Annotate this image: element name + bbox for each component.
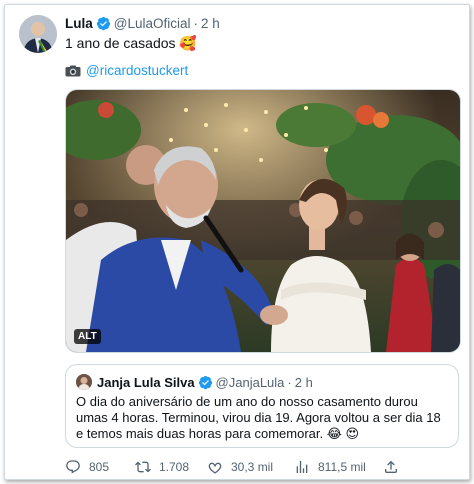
reply-button[interactable]: 805 [65,459,109,475]
retweet-button[interactable]: 1.708 [135,459,189,475]
tweet-text: 1 ano de casados 🥰 [65,35,197,51]
separator-dot: · [193,16,199,31]
author-avatar[interactable] [19,15,57,53]
tweet-card: Lula @LulaOficial · 2 h 1 ano de casados… [4,4,470,480]
alt-text-badge[interactable]: ALT [74,329,101,344]
share-button[interactable] [383,459,407,475]
views-button[interactable]: 811,5 mil [294,459,366,475]
tweet-photo[interactable]: ALT [65,89,461,353]
quoted-tweet-text: O dia do aniversário de um ano do nosso … [76,394,441,441]
heart-icon [208,462,222,474]
author-handle[interactable]: @LulaOficial [114,16,191,31]
credit-link[interactable]: @ricardostuckert [86,63,188,78]
share-icon [385,460,397,473]
quoted-verified-badge-icon [198,375,212,389]
quoted-separator-dot: · [287,374,292,390]
quoted-tweet[interactable]: Janja Lula Silva @JanjaLula · 2 h O dia … [65,364,459,448]
tweet-actions: 805 1.708 30,3 mil 811,5 mil [65,457,445,477]
camera-icon [65,65,81,76]
tweet-header: Lula @LulaOficial · 2 h [65,16,220,31]
verified-badge-icon [96,16,110,31]
like-count: 30,3 mil [231,460,274,474]
retweet-count: 1.708 [159,460,190,474]
quoted-author-handle[interactable]: @JanjaLula [216,375,285,390]
quoted-tweet-header: Janja Lula Silva @JanjaLula · 2 h [76,374,313,390]
author-name[interactable]: Lula [65,16,93,31]
views-count: 811,5 mil [318,460,366,474]
views-chart-icon [296,461,308,473]
wedding-photo-image [66,90,460,352]
like-button[interactable]: 30,3 mil [207,459,273,475]
reply-icon [66,460,80,474]
quoted-author-avatar [76,374,92,390]
tweet-timestamp[interactable]: 2 h [201,16,220,31]
quoted-tweet-timestamp[interactable]: 2 h [295,375,313,390]
retweet-icon [135,461,151,473]
reply-count: 805 [89,460,110,474]
photo-credit: @ricardostuckert [65,63,188,78]
quoted-author-name[interactable]: Janja Lula Silva [97,375,195,390]
